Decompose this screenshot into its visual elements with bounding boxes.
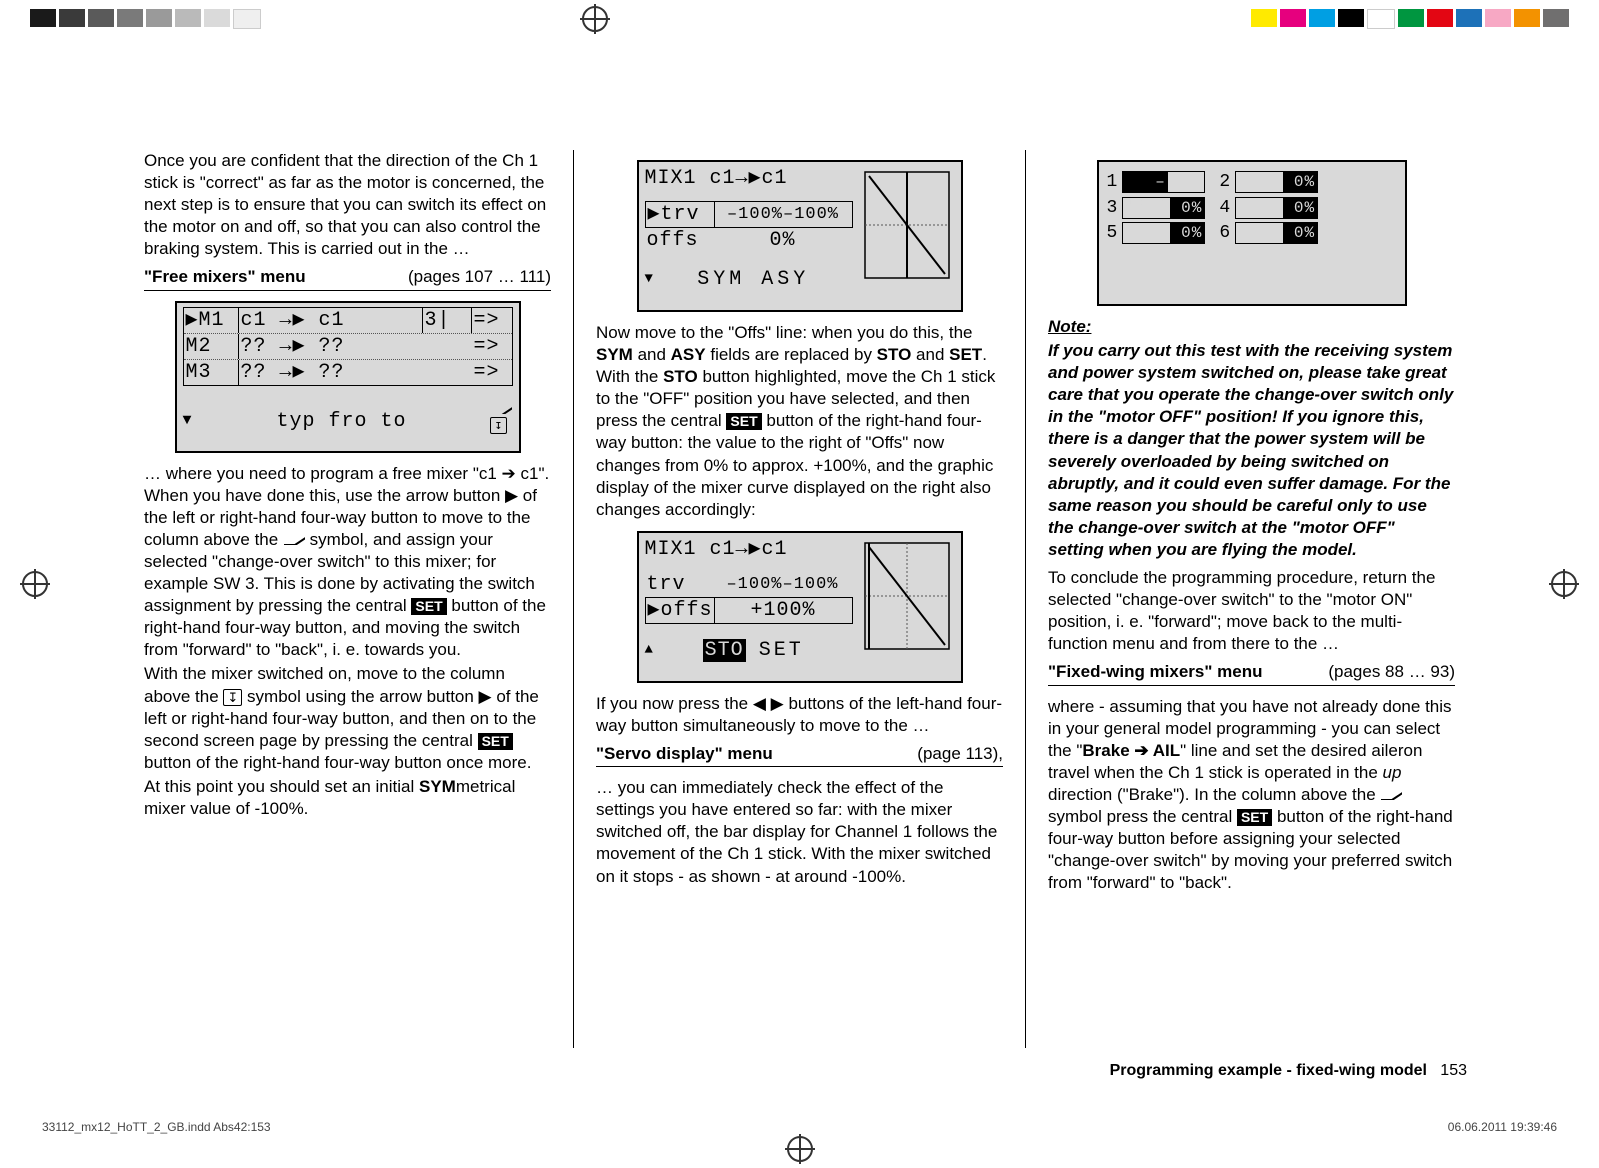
kink-icon	[283, 535, 305, 545]
grayscale-swatches	[30, 9, 261, 29]
arrow-down-box-icon: ↧	[490, 417, 507, 434]
servo-bar: 0%	[1122, 197, 1205, 219]
set-button-icon: SET	[411, 598, 446, 615]
mixer-curve-graph	[859, 537, 955, 655]
registration-mark-right	[1551, 571, 1577, 597]
para: Now move to the "Offs" line: when you do…	[596, 322, 1003, 521]
menu-label: "Free mixers" menu	[144, 267, 306, 286]
kink-icon	[1380, 790, 1402, 800]
menu-heading-servo-display: "Servo display" menu (page 113),	[596, 743, 1003, 767]
cell: ?? →▶ ??	[238, 360, 422, 385]
print-registration-bottom	[0, 1136, 1599, 1162]
cell: =>	[472, 334, 512, 359]
lcd-mix1-before: MIX1 c1→▶c1 ▶trv –100%–100% offs 0% ▼ SY…	[637, 160, 963, 312]
print-registration-top	[0, 6, 1599, 32]
kink-icon	[490, 404, 512, 414]
page: Once you are confident that the directio…	[0, 0, 1599, 1168]
servo-bar: 0%	[1122, 222, 1205, 244]
cell: 3|	[422, 308, 472, 333]
set-button-icon: SET	[726, 413, 761, 430]
note-heading: Note:	[1048, 316, 1455, 338]
timestamp: 06.06.2011 19:39:46	[1448, 1120, 1557, 1134]
menu-heading-fixed-wing-mixers: "Fixed-wing mixers" menu (pages 88 … 93)	[1048, 661, 1455, 685]
cell: M3	[184, 360, 238, 385]
column-3: 1 –100% 2 0% 3 0% 4 0% 5 0% 6 0%	[1026, 150, 1477, 1048]
page-footer: Programming example - fixed-wing model 1…	[1110, 1062, 1467, 1080]
para: To conclude the programming procedure, r…	[1048, 567, 1455, 655]
set-button-icon: SET	[1237, 809, 1272, 826]
menu-heading-free-mixers: "Free mixers" menu (pages 107 … 111)	[144, 266, 551, 290]
cell: =>	[472, 308, 512, 333]
color-swatches	[1251, 9, 1569, 29]
cell: ▶M1	[184, 308, 238, 333]
menu-label: "Fixed-wing mixers" menu	[1048, 662, 1263, 681]
menu-label: "Servo display" menu	[596, 744, 773, 763]
lcd-servo-display: 1 –100% 2 0% 3 0% 4 0% 5 0% 6 0%	[1097, 160, 1407, 306]
registration-mark-icon	[787, 1136, 813, 1162]
para: If you now press the ◀ ▶ buttons of the …	[596, 693, 1003, 737]
servo-bar: 0%	[1235, 197, 1318, 219]
para: … where you need to program a free mixer…	[144, 463, 551, 662]
mixer-curve-graph	[859, 166, 955, 284]
registration-mark-icon	[582, 6, 608, 32]
note-body: If you carry out this test with the rece…	[1048, 340, 1455, 561]
imposition-footer: 33112_mx12_HoTT_2_GB.indd Abs42:153 06.0…	[42, 1120, 1557, 1134]
file-slug: 33112_mx12_HoTT_2_GB.indd Abs42:153	[42, 1120, 271, 1134]
menu-pages: (pages 107 … 111)	[408, 266, 551, 288]
set-button-icon: SET	[478, 733, 513, 750]
cell: =>	[472, 360, 512, 385]
servo-bar: 0%	[1235, 222, 1318, 244]
cell: M2	[184, 334, 238, 359]
registration-mark-left	[22, 571, 48, 597]
para: where - assuming that you have not alrea…	[1048, 696, 1455, 895]
servo-bar: 0%	[1235, 171, 1318, 193]
cell: ?? →▶ ??	[238, 334, 422, 359]
menu-pages: (page 113),	[917, 743, 1003, 765]
arrow-down-box-icon: ↧	[223, 689, 242, 706]
lcd-mix1-after: MIX1 c1→▶c1 trv –100%–100% ▶offs +100% ▲…	[637, 531, 963, 683]
para: At this point you should set an initial …	[144, 776, 551, 820]
lcd-free-mixers: ▶M1 c1 →▶ c1 3| => M2 ?? →▶ ?? => M3 ?? …	[175, 301, 521, 453]
para: Once you are confident that the directio…	[144, 150, 551, 260]
para: … you can immediately check the effect o…	[596, 777, 1003, 887]
para: With the mixer switched on, move to the …	[144, 663, 551, 773]
lcd-title: MIX1 c1→▶c1	[645, 166, 853, 191]
lcd-title: MIX1 c1→▶c1	[645, 537, 853, 562]
cell: c1 →▶ c1	[238, 308, 422, 333]
servo-bar: –100%	[1122, 171, 1205, 193]
lcd-footer: typ fro to	[276, 409, 406, 434]
menu-pages: (pages 88 … 93)	[1328, 661, 1455, 683]
column-2: MIX1 c1→▶c1 ▶trv –100%–100% offs 0% ▼ SY…	[574, 150, 1025, 1048]
column-1: Once you are confident that the directio…	[122, 150, 573, 1048]
